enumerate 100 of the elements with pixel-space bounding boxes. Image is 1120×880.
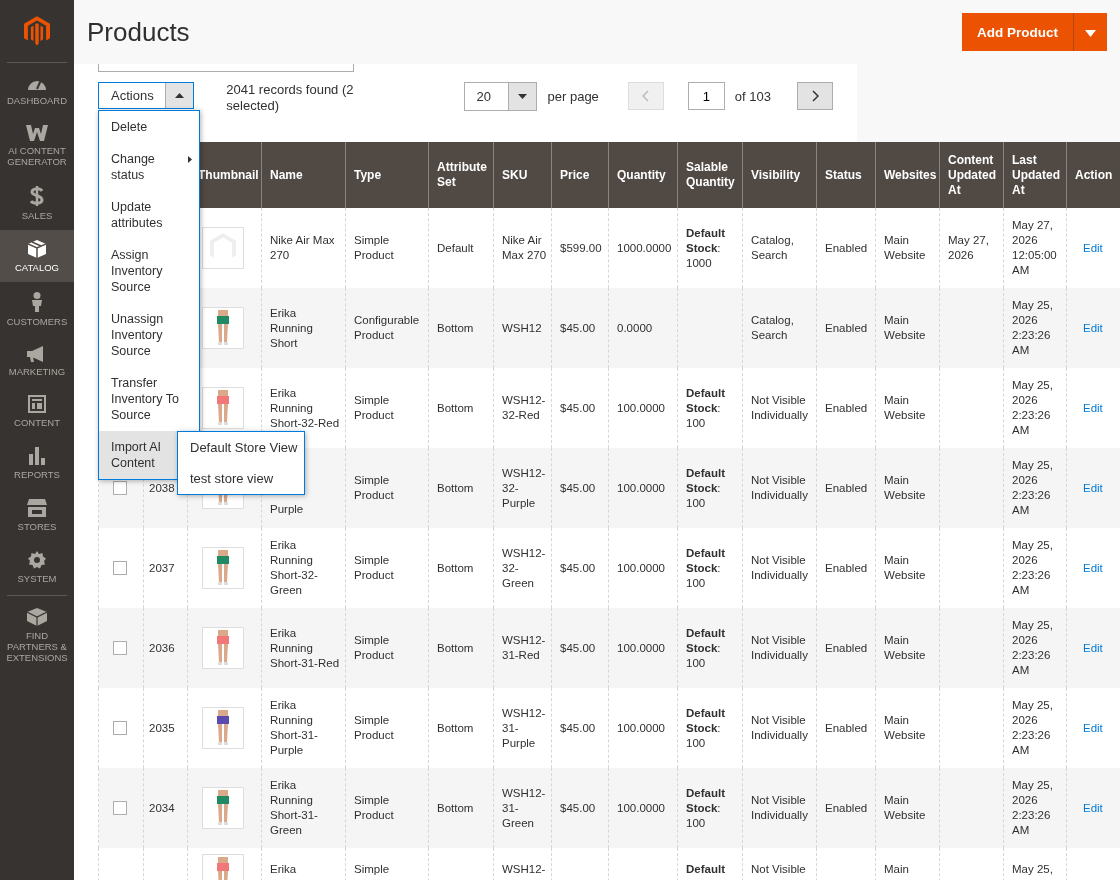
table-cell-text: May 27, 2026 12:05:00 AM: [1012, 219, 1057, 276]
table-cell-text: Default Stock: 1000: [686, 226, 725, 269]
dropdown-toggle[interactable]: [1073, 13, 1107, 51]
table-cell-text: WSH12-32-Green: [502, 546, 546, 589]
caret-icon: [175, 93, 185, 98]
product-id: 2034: [149, 801, 175, 814]
actions-dropdown[interactable]: Actions: [98, 82, 195, 109]
sidebar-item[interactable]: SALES: [0, 175, 74, 230]
row-checkbox[interactable]: [113, 721, 127, 735]
product-id: 2037: [149, 561, 175, 574]
menu-item[interactable]: Transfer Inventory To Source: [99, 367, 199, 431]
table-cell-text: May 25, 2026 2:23:26 AM: [1012, 779, 1053, 836]
edit-link[interactable]: Edit: [1083, 561, 1103, 574]
table-cell-text: May 25, 2026 2:23:26 AM: [1012, 539, 1053, 596]
table-cell-text: Simple: [354, 863, 390, 875]
table-cell-text: Simple Product: [354, 394, 394, 421]
box-icon: [28, 239, 46, 258]
menu-item[interactable]: Assign Inventory Source: [99, 239, 199, 303]
table-cell-text: Bottom: [437, 561, 474, 574]
edit-link[interactable]: Edit: [1083, 321, 1103, 334]
table-cell-text: Not Visible Individually: [751, 554, 808, 581]
sidebar-item[interactable]: CONTENT: [0, 385, 74, 438]
column-header[interactable]: Action: [1066, 142, 1120, 208]
column-header[interactable]: Quantity: [608, 142, 678, 208]
sidebar-item[interactable]: STORES: [0, 489, 74, 542]
column-header[interactable]: Last Updated At: [1003, 142, 1067, 208]
add-product-button[interactable]: Add Product: [962, 13, 1073, 51]
page-input[interactable]: 1: [687, 82, 725, 110]
table-cell-text: May 25, 2026 2:23:26 AM: [1012, 699, 1053, 756]
row-checkbox[interactable]: [113, 641, 127, 655]
per-page-select[interactable]: 20: [463, 82, 537, 111]
column-header[interactable]: Websites: [875, 142, 940, 208]
table-cell-text: Simple Product: [354, 474, 394, 501]
column-header[interactable]: SKU: [493, 142, 552, 208]
product-photo: [202, 387, 244, 429]
sidebar-item[interactable]: REPORTS: [0, 437, 74, 490]
table-cell-text: 0.0000: [617, 321, 653, 334]
bar-chart-icon: [29, 447, 45, 466]
table-cell-text: Default Stock: 100: [686, 466, 725, 509]
table-cell-text: Enabled: [825, 401, 868, 414]
table-cell-text: 100.0000: [617, 481, 665, 494]
table-cell-text: Not Visible: [751, 863, 806, 875]
table-cell-text: Enabled: [825, 321, 868, 334]
column-header[interactable]: Type: [345, 142, 429, 208]
edit-link[interactable]: Edit: [1083, 481, 1103, 494]
table-cell-text: Main Website: [884, 794, 926, 821]
column-header[interactable]: Status: [816, 142, 876, 208]
column-header[interactable]: Salable Quantity: [677, 142, 743, 208]
sidebar-item[interactable]: FIND PARTNERS & EXTENSIONS: [0, 598, 74, 672]
sidebar-item[interactable]: DASHBOARD: [0, 65, 74, 115]
table-cell-text: Main Website: [884, 394, 926, 421]
row-checkbox[interactable]: [113, 801, 127, 815]
table-cell-text: WSH12-32-Red: [502, 394, 546, 421]
table-cell-text: WSH12-: [502, 863, 546, 875]
table-cell-text: Enabled: [825, 561, 868, 574]
table-cell-text: Configurable Product: [354, 314, 420, 341]
search-field[interactable]: [98, 64, 354, 72]
sidebar-item[interactable]: CATALOG: [0, 229, 74, 282]
table-cell-text: Main Website: [884, 554, 926, 581]
table-cell-text: Main Website: [884, 314, 926, 341]
menu-item[interactable]: Unassign Inventory Source: [99, 303, 199, 367]
product-id: 2035: [149, 721, 175, 734]
sidebar-item[interactable]: CUSTOMERS: [0, 281, 74, 336]
column-header[interactable]: Visibility: [742, 142, 817, 208]
table-cell-text: Nike Air Max 270: [502, 234, 547, 261]
table-cell-text: Enabled: [825, 721, 868, 734]
column-header[interactable]: Price: [551, 142, 609, 208]
column-header[interactable]: Attribute Set: [428, 142, 494, 208]
table-cell-text: 100.0000: [617, 561, 665, 574]
edit-link[interactable]: Edit: [1083, 641, 1103, 654]
dollar-icon: [30, 185, 44, 206]
row-checkbox[interactable]: [113, 481, 127, 495]
row-checkbox[interactable]: [113, 561, 127, 575]
sidebar-item[interactable]: MARKETING: [0, 335, 74, 386]
product-photo: [202, 707, 244, 749]
page-title: Products: [87, 16, 190, 48]
column-header[interactable]: Content Updated At: [939, 142, 1004, 208]
table-cell-text: Default: [437, 241, 474, 254]
edit-link[interactable]: Edit: [1083, 241, 1103, 254]
menu-item[interactable]: Delete: [99, 111, 199, 143]
table-cell-text: 1000.0000: [617, 241, 672, 254]
sidebar-item[interactable]: AI CONTENT GENERATOR: [0, 114, 74, 176]
column-header[interactable]: Name: [261, 142, 346, 208]
table-cell-text: Default Stock: 100: [686, 786, 725, 829]
table-cell-text: Erika Running Short-31-Green: [270, 779, 318, 836]
table-cell-text: WSH12-31-Red: [502, 634, 546, 661]
table-cell-text: $45.00: [560, 321, 596, 334]
edit-link[interactable]: Edit: [1083, 401, 1103, 414]
product-photo: [202, 627, 244, 669]
table-cell-text: Nike Air Max 270: [270, 234, 335, 261]
edit-link[interactable]: Edit: [1083, 801, 1103, 814]
logo-icon: [24, 16, 50, 46]
table-cell-text: WSH12-31-Purple: [502, 706, 546, 749]
table-cell-text: Erika Running Short-31-Red: [270, 626, 340, 669]
sidebar-item[interactable]: SYSTEM: [0, 541, 74, 594]
blocks-icon: [27, 608, 47, 627]
table-cell-text: WSH12-31-Green: [502, 786, 546, 829]
edit-link[interactable]: Edit: [1083, 721, 1103, 734]
next-page-button[interactable]: [797, 82, 833, 110]
caret-icon: [517, 94, 527, 99]
